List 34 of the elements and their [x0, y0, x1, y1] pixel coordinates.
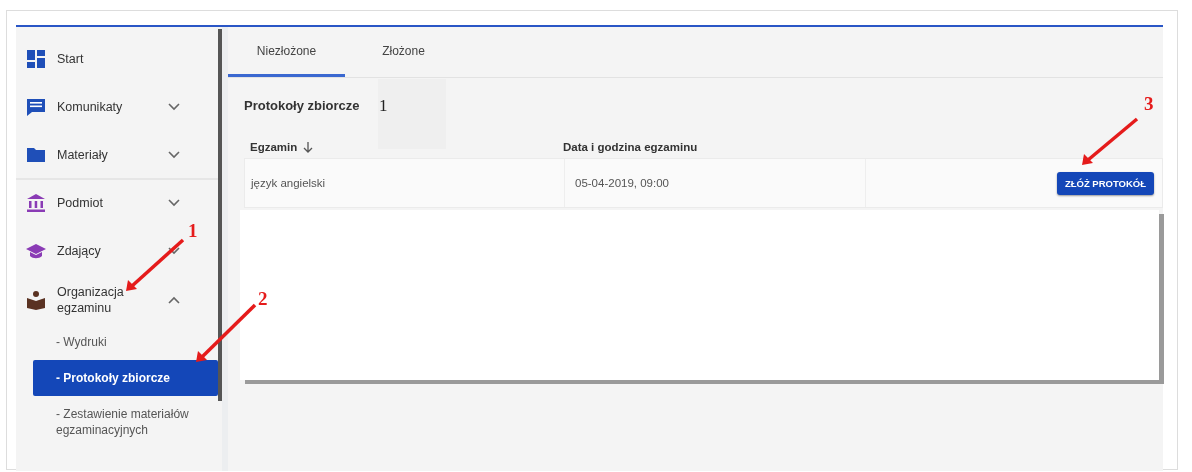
- submenu-item[interactable]: - Zestawienie materiałów egzaminacyjnych: [16, 396, 218, 448]
- institution-icon: [26, 193, 46, 213]
- chevron-icon: [168, 247, 180, 255]
- tab[interactable]: Niezłożone: [228, 27, 345, 77]
- submit-protocol-button[interactable]: ZŁÓŻ PROTOKÓŁ: [1056, 171, 1154, 195]
- message-icon: [26, 97, 46, 117]
- reader-icon: [26, 290, 46, 310]
- graduation-cap-icon: [26, 241, 46, 261]
- column-header[interactable]: Egzamin: [250, 141, 314, 153]
- sidebar-item[interactable]: Komunikaty: [16, 92, 218, 122]
- sidebar-item[interactable]: Organizacja egzaminu: [16, 284, 218, 316]
- annotation-arrow: [126, 238, 185, 291]
- sidebar-item[interactable]: Materiały: [16, 140, 218, 170]
- chevron-icon: [168, 199, 180, 207]
- chevron-icon: [168, 296, 180, 304]
- table-cell: język angielski: [251, 177, 326, 189]
- sidebar-item[interactable]: Podmiot: [16, 188, 218, 218]
- tab[interactable]: Złożone: [345, 27, 462, 77]
- annotation-number: 3: [1144, 94, 1154, 113]
- section-title: Protokoły zbiorcze: [244, 98, 360, 113]
- chevron-icon: [168, 103, 180, 111]
- table-cell: 05-04-2019, 09:00: [575, 177, 669, 189]
- annotation-number: 2: [258, 289, 268, 308]
- annotation-number: 1: [379, 97, 388, 114]
- annotation-arrow: [1082, 117, 1139, 165]
- folder-icon: [26, 145, 46, 165]
- chevron-icon: [168, 151, 180, 159]
- submenu-item[interactable]: - Wydruki: [16, 324, 218, 360]
- column-header[interactable]: Data i godzina egzaminu: [563, 141, 698, 153]
- sidebar-item[interactable]: Start: [16, 44, 218, 74]
- sort-arrow-icon: [303, 141, 314, 153]
- annotation-arrow: [196, 303, 257, 362]
- submenu-item[interactable]: - Protokoły zbiorcze: [33, 360, 218, 396]
- grid-icon: [26, 49, 46, 69]
